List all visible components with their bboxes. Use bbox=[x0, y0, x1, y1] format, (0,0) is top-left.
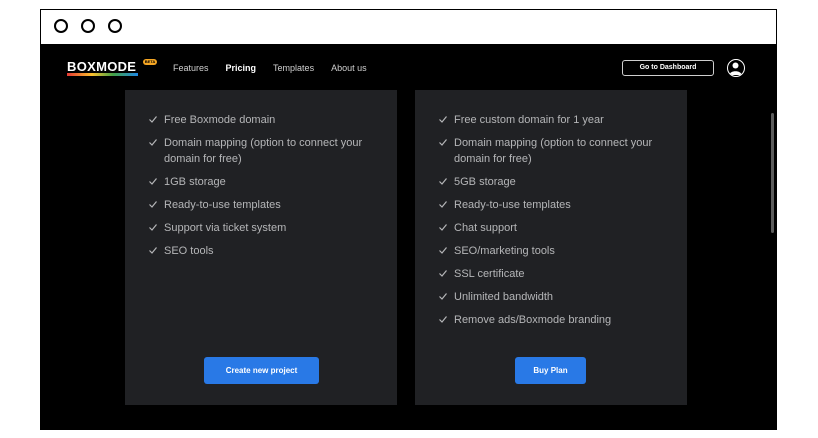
plan-feature: Ready-to-use templates bbox=[148, 197, 381, 213]
create-new-project-button[interactable]: Create new project bbox=[204, 357, 319, 384]
check-icon bbox=[149, 224, 157, 231]
check-icon bbox=[439, 224, 447, 231]
check-icon bbox=[439, 293, 447, 300]
plan-feature: Free custom domain for 1 year bbox=[438, 112, 671, 128]
plan-feature: SSL certificate bbox=[438, 266, 671, 282]
nav-link-pricing[interactable]: Pricing bbox=[226, 63, 257, 73]
check-icon bbox=[149, 178, 157, 185]
logo-text: BOXMODE bbox=[67, 59, 137, 74]
check-icon bbox=[439, 247, 447, 254]
nav-links: Features Pricing Templates About us bbox=[173, 63, 367, 73]
plan-feature: Remove ads/Boxmode branding bbox=[438, 312, 671, 328]
check-icon bbox=[439, 116, 447, 123]
user-avatar-icon[interactable] bbox=[727, 59, 745, 77]
top-navbar: BOXMODE BETA Features Pricing Templates … bbox=[41, 45, 776, 91]
plan-feature: Free Boxmode domain bbox=[148, 112, 381, 128]
plan-feature: Domain mapping (option to connect your d… bbox=[438, 135, 671, 167]
page-content: BOXMODE BETA Features Pricing Templates … bbox=[41, 45, 776, 429]
plan-feature-list: Free custom domain for 1 year Domain map… bbox=[438, 112, 671, 335]
check-icon bbox=[439, 316, 447, 323]
nav-link-templates[interactable]: Templates bbox=[273, 63, 314, 73]
plan-feature: Chat support bbox=[438, 220, 671, 236]
nav-link-features[interactable]: Features bbox=[173, 63, 209, 73]
plan-feature: Support via ticket system bbox=[148, 220, 381, 236]
nav-link-about-us[interactable]: About us bbox=[331, 63, 367, 73]
browser-window: BOXMODE BETA Features Pricing Templates … bbox=[40, 9, 777, 430]
plan-feature: 5GB storage bbox=[438, 174, 671, 190]
plan-feature-list: Free Boxmode domain Domain mapping (opti… bbox=[148, 112, 381, 266]
window-close-button[interactable] bbox=[54, 19, 68, 33]
window-minimize-button[interactable] bbox=[81, 19, 95, 33]
plan-feature: 1GB storage bbox=[148, 174, 381, 190]
window-titlebar bbox=[41, 10, 776, 45]
check-icon bbox=[439, 139, 447, 146]
go-to-dashboard-button[interactable]: Go to Dashboard bbox=[622, 60, 714, 76]
plan-card-free: Free Boxmode domain Domain mapping (opti… bbox=[125, 90, 397, 405]
check-icon bbox=[439, 178, 447, 185]
check-icon bbox=[149, 116, 157, 123]
check-icon bbox=[149, 201, 157, 208]
boxmode-logo[interactable]: BOXMODE BETA bbox=[67, 58, 157, 76]
plan-feature: SEO/marketing tools bbox=[438, 243, 671, 259]
check-icon bbox=[149, 139, 157, 146]
window-maximize-button[interactable] bbox=[108, 19, 122, 33]
check-icon bbox=[439, 270, 447, 277]
plan-feature: Ready-to-use templates bbox=[438, 197, 671, 213]
page-scrollbar[interactable] bbox=[771, 113, 774, 233]
buy-plan-button[interactable]: Buy Plan bbox=[515, 357, 586, 384]
check-icon bbox=[439, 201, 447, 208]
plan-card-paid: Free custom domain for 1 year Domain map… bbox=[415, 90, 687, 405]
logo-color-bar bbox=[67, 73, 138, 76]
beta-badge: BETA bbox=[143, 59, 157, 65]
plan-feature: SEO tools bbox=[148, 243, 381, 259]
plan-feature: Unlimited bandwidth bbox=[438, 289, 671, 305]
check-icon bbox=[149, 247, 157, 254]
plan-feature: Domain mapping (option to connect your d… bbox=[148, 135, 381, 167]
